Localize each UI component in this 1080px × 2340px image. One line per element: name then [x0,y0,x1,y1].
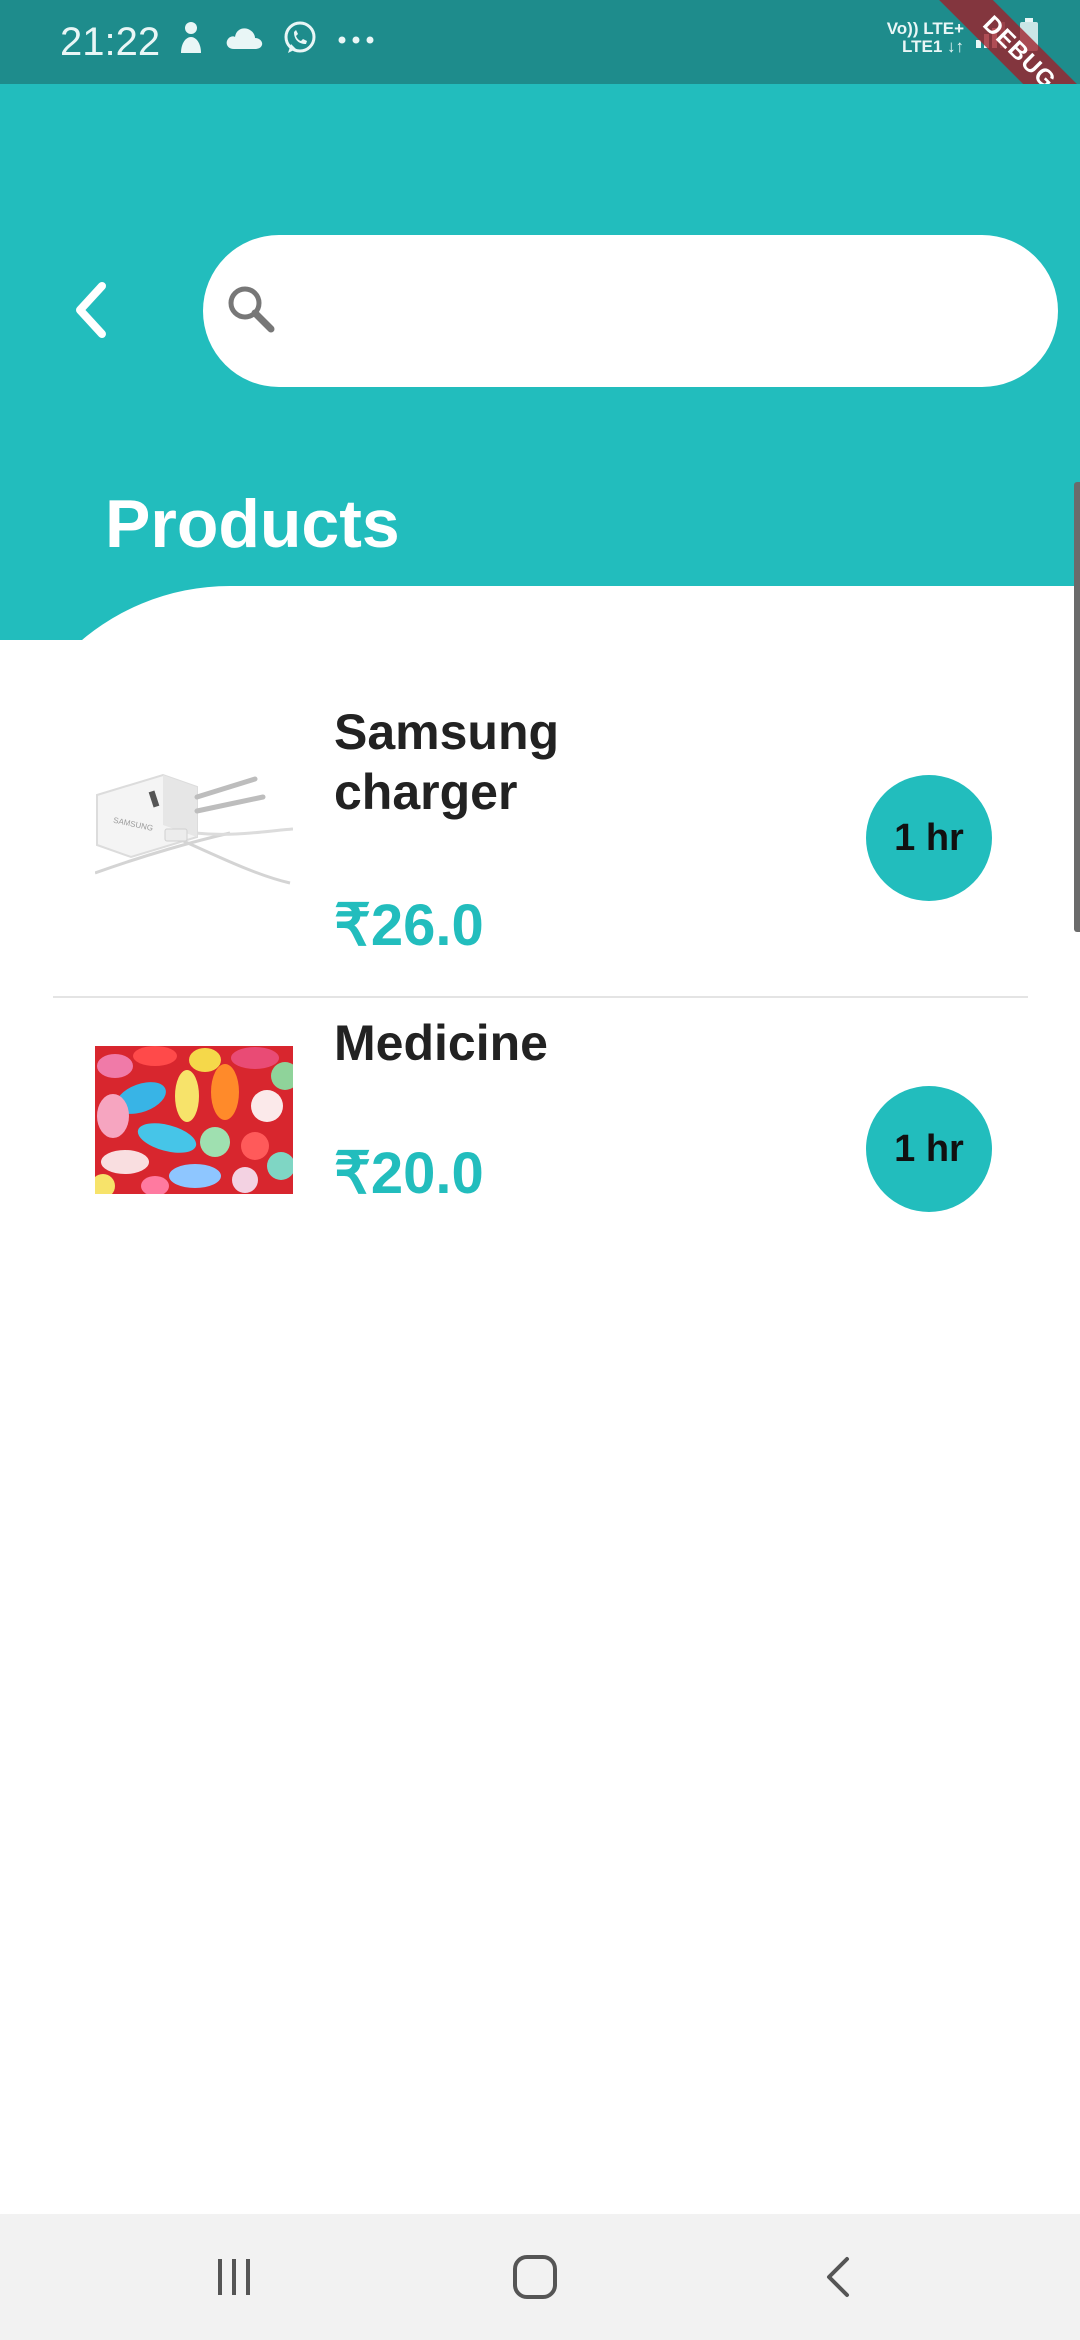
status-icons-left [176,20,376,61]
network-indicator: Vo)) LTE+ LTE1 ↓↑ [886,18,964,56]
product-image-samsung-charger: SAMSUNG [95,745,293,893]
status-icons-right: Vo)) LTE+ LTE1 ↓↑ [887,18,1040,57]
recent-apps-icon [218,2259,250,2295]
whatsapp-icon [282,20,318,61]
recent-apps-button[interactable] [189,2242,279,2312]
search-input[interactable] [295,271,1019,353]
back-button[interactable] [56,274,128,346]
search-box[interactable] [203,235,1058,387]
header: Products [0,84,1080,640]
network-line-top: Vo)) LTE+ [886,18,964,38]
time-badge: 1 hr [866,775,992,901]
battery-icon [1018,18,1040,57]
product-image-medicine [95,1046,293,1194]
notification-person-icon [176,21,206,60]
product-price: ₹20.0 [334,1141,484,1206]
list-item[interactable]: Medicine ₹20.0 1 hr [53,1010,1028,1316]
divider [53,996,1028,998]
signal-icon [974,20,1008,55]
more-dots-icon [336,32,376,50]
chevron-left-icon [76,282,106,338]
status-time: 21:22 [60,20,161,64]
system-nav-bar [0,2214,1080,2340]
network-line-bottom: LTE1 ↓↑ [901,36,964,56]
home-button[interactable] [490,2242,580,2312]
product-name: Medicine [334,1015,548,1071]
product-name: Samsung charger [334,704,560,820]
time-badge: 1 hr [866,1086,992,1212]
search-icon [228,286,275,333]
nav-back-button[interactable] [794,2242,884,2312]
home-icon [513,2255,557,2299]
product-list: SAMSUNG Samsung charger ₹26.0 1 hr Medic… [0,586,1080,2216]
product-price: ₹26.0 [334,893,484,958]
back-icon [827,2257,849,2297]
status-bar: 21:22 Vo)) LTE+ LTE1 ↓↑ [0,0,1080,84]
scrollbar[interactable] [1074,482,1080,932]
cloud-icon [224,25,264,56]
list-item[interactable]: SAMSUNG Samsung charger ₹26.0 1 hr [53,700,1028,1006]
page-title: Products [105,486,400,562]
